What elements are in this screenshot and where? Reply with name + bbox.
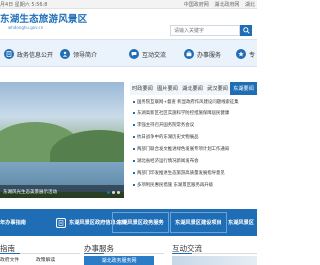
carousel-dot[interactable] bbox=[107, 191, 110, 194]
promo-banner[interactable]: 湖北政务服务网 bbox=[84, 256, 154, 265]
strip-scenic[interactable]: 东湖风景区 bbox=[228, 209, 254, 236]
link-policy[interactable]: 政策解读 bbox=[36, 256, 55, 263]
strip-label: 年办事指南 bbox=[0, 220, 26, 226]
site-header: 东湖生态旅游风景区 whdonghu.gov.cn bbox=[0, 9, 257, 39]
nav-item-interaction[interactable]: 互动交流 bbox=[129, 45, 166, 63]
list-item[interactable]: 两部门联合发文推进绿色发展专项计划工作通知 bbox=[133, 146, 257, 155]
star-icon bbox=[236, 49, 246, 59]
link-hubei[interactable]: 湖北 bbox=[245, 2, 255, 8]
interaction-banner[interactable] bbox=[172, 256, 257, 265]
strip-guide[interactable]: 年办事指南 bbox=[0, 209, 26, 236]
site-domain: whdonghu.gov.cn bbox=[8, 25, 44, 30]
banner-carousel[interactable]: 东湖风光生态美景展示活动 bbox=[0, 82, 124, 198]
list-item[interactable]: 两部门印发推进生态旅游高质量发展指导意见 bbox=[133, 170, 257, 179]
section-divider bbox=[172, 253, 257, 254]
list-item[interactable]: 东湖高新区社区实施科学防控措施保障居民健康 bbox=[133, 110, 257, 119]
briefcase-icon bbox=[184, 49, 194, 59]
news-tabs: 时政要闻 图片要闻 湖北要闻 武汉要闻 东湖要闻 bbox=[130, 82, 257, 95]
link-gov-files[interactable]: 政府文件 bbox=[0, 256, 19, 263]
list-item[interactable]: 多项利民惠民措施 东湖景区服务再升级 bbox=[133, 182, 257, 191]
strip-label: 东湖风景区政务服务 bbox=[117, 220, 164, 226]
tab-hubei-news[interactable]: 湖北要闻 bbox=[180, 82, 205, 95]
tab-donghu-news[interactable]: 东湖要闻 bbox=[230, 82, 257, 95]
main-nav: 政务信息公开 领导简介 互动交流 办事服务 专 bbox=[0, 39, 257, 67]
strip-label: 东湖风景区 bbox=[228, 220, 254, 226]
strip-gov-service[interactable]: 东湖风景区政务服务 bbox=[112, 212, 169, 233]
nav-label: 领导简介 bbox=[73, 51, 98, 59]
search-input[interactable] bbox=[170, 25, 240, 36]
link-hubei-gov[interactable]: 湖北政府网 bbox=[214, 2, 239, 8]
document-icon bbox=[4, 49, 14, 59]
site-logo[interactable]: 东湖生态旅游风景区 bbox=[0, 11, 87, 25]
nav-item-leaders[interactable]: 领导简介 bbox=[60, 45, 97, 63]
tab-wuhan-news[interactable]: 武汉要闻 bbox=[205, 82, 230, 95]
strip-label: 东湖风景区建设项目 bbox=[175, 220, 222, 226]
link-china-gov[interactable]: 中国政府网 bbox=[184, 2, 209, 8]
top-bar: 月4日 星期六 5:56:8 中国政府网 湖北政府网 湖北 bbox=[0, 0, 257, 9]
search-icon bbox=[242, 27, 250, 34]
nav-label: 专 bbox=[249, 51, 256, 59]
date-text: 月4日 星期六 5:56:8 bbox=[0, 2, 48, 8]
carousel-dots bbox=[105, 191, 120, 194]
list-item[interactable]: 抗日战争中的东湖历史文物展品 bbox=[133, 134, 257, 143]
nav-label: 办事服务 bbox=[197, 51, 222, 59]
carousel-dot[interactable] bbox=[112, 191, 115, 194]
search-button[interactable] bbox=[240, 25, 252, 36]
strip-projects[interactable]: 东湖风景区建设项目 bbox=[170, 212, 227, 233]
service-strip: 年办事指南 东湖风景区政府信息公开 东湖风景区政务服务 东湖风景区建设项目 东湖… bbox=[0, 209, 257, 236]
nav-item-special[interactable]: 专 bbox=[236, 45, 255, 63]
nav-item-services[interactable]: 办事服务 bbox=[184, 45, 221, 63]
list-item[interactable]: 湖北省经济运行情况新闻发布会 bbox=[133, 158, 257, 167]
list-item[interactable]: 国务院互联网+督查 彰显政府作风建设问题线索征集 bbox=[133, 99, 257, 108]
user-icon bbox=[60, 49, 70, 59]
info-icon bbox=[56, 217, 66, 228]
section-divider bbox=[84, 253, 164, 254]
top-links: 中国政府网 湖北政府网 湖北 bbox=[180, 1, 255, 8]
tab-politics[interactable]: 时政要闻 bbox=[130, 82, 155, 95]
tab-photo-news[interactable]: 图片要闻 bbox=[155, 82, 180, 95]
nav-label: 政务信息公开 bbox=[17, 51, 54, 59]
chat-icon bbox=[129, 49, 139, 59]
nav-label: 互动交流 bbox=[142, 51, 167, 59]
nav-item-gov-info[interactable]: 政务信息公开 bbox=[4, 45, 53, 63]
carousel-dot[interactable] bbox=[117, 191, 120, 194]
list-item[interactable]: 李强主持召开国务院常务会议 bbox=[133, 122, 257, 131]
section-divider bbox=[0, 253, 80, 254]
